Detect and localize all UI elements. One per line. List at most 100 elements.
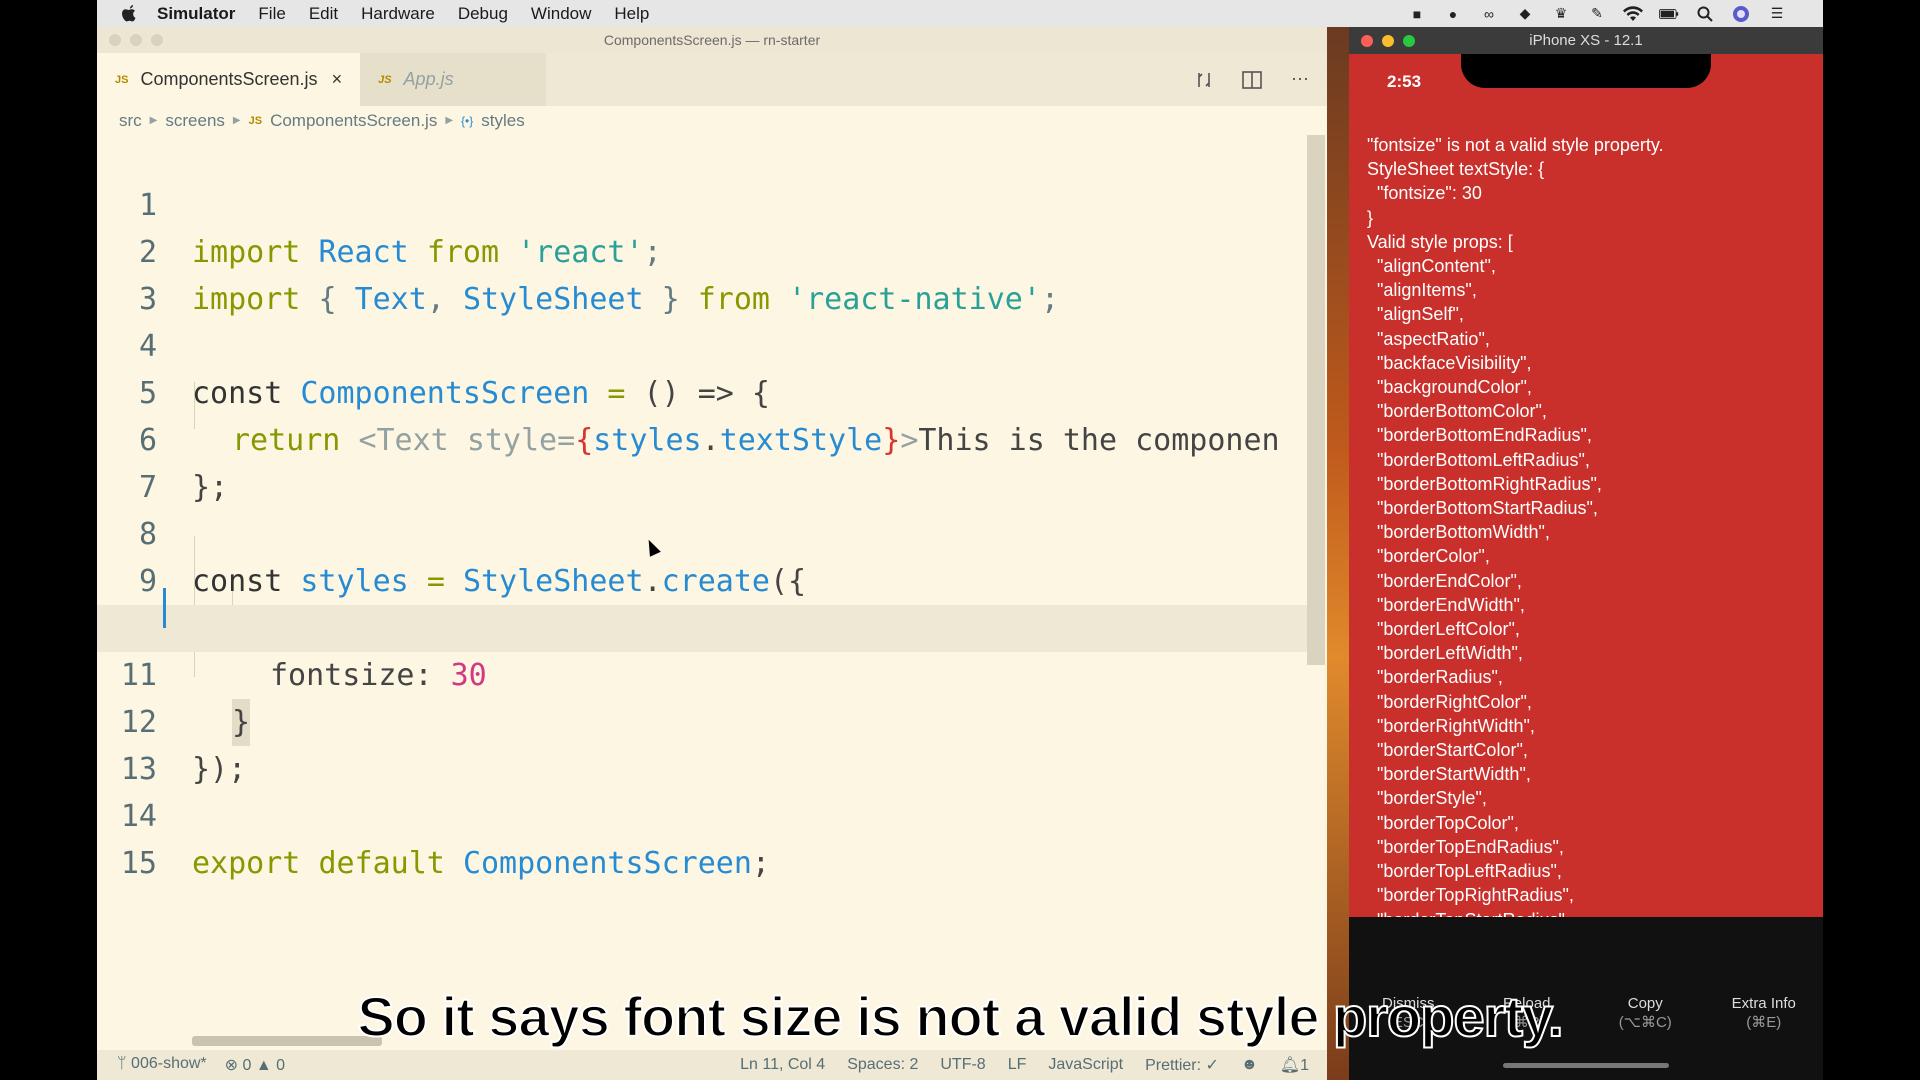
split-editor-icon[interactable] [1241,69,1263,91]
breadcrumb-symbol[interactable]: styles [481,111,524,131]
feedback-smiley-icon[interactable]: ☻ [1241,1056,1258,1074]
code-line-3: 3 [97,229,1307,317]
tab-components-screen[interactable]: JS ComponentsScreen.js × [97,53,361,106]
tab-app-js[interactable]: JS App.js [360,53,547,106]
macos-menubar: Simulator File Edit Hardware Debug Windo… [97,0,1823,27]
error-line: "borderBottomLeftRadius", [1367,449,1590,470]
code-line-1: 1 import React from 'react'; [97,135,1307,270]
battery-icon[interactable] [1659,4,1679,24]
error-line: "borderBottomWidth", [1367,522,1550,543]
menu-edit[interactable]: Edit [309,4,338,24]
error-line: Valid style props: [ [1367,231,1513,252]
indentation[interactable]: Spaces: 2 [847,1056,918,1074]
letterbox-right [1823,0,1920,1080]
chevron-right-icon: ▶ [149,115,158,126]
status-bar: ᛘ 006-show* ⊗ 0 ▲ 0 Ln 11, Col 4 Spaces:… [97,1050,1327,1080]
error-line: "borderRadius", [1367,667,1503,688]
menu-debug[interactable]: Debug [458,4,508,24]
breadcrumb-screens[interactable]: screens [165,111,225,131]
open-changes-icon[interactable] [1193,69,1215,91]
code-line-5: 5 return <Text style={styles.textStyle}>… [97,323,1307,458]
desktop-background [1327,27,1349,1080]
branch-icon: ᛘ [117,1055,132,1072]
code-line-14: 14 export default ComponentsScreen; [97,746,1307,881]
menu-hardware[interactable]: Hardware [361,4,435,24]
encoding[interactable]: UTF-8 [940,1056,985,1074]
notifications[interactable]: 🔔︎1 [1280,1055,1309,1075]
code-line-12: 12 }); [97,652,1307,787]
code-token: default [318,846,445,881]
tab-label: App.js [403,69,454,89]
code-editor[interactable]: 1 import React from 'react'; 2 import { … [97,135,1327,1035]
error-line: "alignItems", [1367,280,1477,301]
symbol-variable-icon: {•} [461,113,474,128]
error-line: "backfaceVisibility", [1367,352,1532,373]
breadcrumb-src[interactable]: src [119,111,142,131]
video-caption: So it says font size is not a valid styl… [356,984,1564,1049]
more-actions-icon[interactable]: ⋯ [1289,69,1311,91]
error-line: "aspectRatio", [1367,328,1490,349]
code-line-4: 4 const ComponentsScreen = () => { [97,276,1307,411]
error-line: "borderTopColor", [1367,812,1519,833]
error-line: "borderEndColor", [1367,570,1522,591]
menubar-status-area: ■ ● ∞ ◆ ♛ ✎ ☰ [1407,0,1787,27]
wifi-icon[interactable] [1623,4,1643,24]
error-line: "borderStyle", [1367,788,1487,809]
error-line: "borderStartColor", [1367,740,1528,761]
error-line: "borderTopStartRadius", [1367,908,1805,918]
glasses-icon[interactable]: ∞ [1479,4,1499,24]
apple-icon[interactable] [119,3,141,25]
error-line: "borderStartWidth", [1367,764,1531,785]
language-mode[interactable]: JavaScript [1048,1056,1123,1074]
creative-cloud-icon[interactable]: ● [1443,4,1463,24]
prettier-status[interactable]: Prettier: ✓ [1145,1055,1219,1075]
iphone-notch [1461,54,1711,88]
evernote-icon[interactable]: ■ [1407,4,1427,24]
window-title: iPhone XS - 12.1 [1529,32,1643,49]
redbox-error-screen[interactable]: "fontsize" is not a valid style property… [1349,109,1823,917]
code-line-10: 10 fontsize: 30 [97,558,1307,693]
breadcrumb-file[interactable]: ComponentsScreen.js [270,111,437,131]
problems-indicator[interactable]: ⊗ 0 ▲ 0 [225,1055,285,1075]
error-line: "borderTopLeftRadius", [1367,861,1562,882]
error-line: "alignSelf", [1367,304,1464,325]
error-line: "borderTopRightRadius", [1367,885,1574,906]
close-tab-icon[interactable]: × [332,69,343,90]
code-line-8: 8 const styles = StyleSheet.create({ [97,464,1307,599]
git-branch[interactable]: ᛘ 006-show* [117,1055,207,1075]
ios-simulator-window: iPhone XS - 12.1 2:53 "fontsize" is not … [1349,27,1823,1080]
menu-help[interactable]: Help [614,4,649,24]
modified-line-gutter-marker [163,588,166,628]
menu-file[interactable]: File [258,4,285,24]
siri-icon[interactable] [1731,4,1751,24]
spotlight-icon[interactable] [1695,4,1715,24]
code-line-13: 13 [97,699,1307,787]
letterbox-left [0,0,97,1080]
crown-icon[interactable]: ♛ [1551,4,1571,24]
vscode-window: ComponentsScreen.js — rn-starter JS Comp… [97,27,1327,1080]
error-line: "borderRightColor", [1367,691,1532,712]
javascript-file-icon: JS [378,73,392,86]
window-titlebar: ComponentsScreen.js — rn-starter [97,27,1327,53]
home-indicator [1503,1063,1669,1068]
pen-icon[interactable]: ✎ [1587,4,1607,24]
window-title: ComponentsScreen.js — rn-starter [603,32,821,48]
vertical-scrollbar[interactable] [1307,135,1325,665]
menu-simulator[interactable]: Simulator [157,4,235,24]
error-line: "borderColor", [1367,546,1490,567]
end-of-line[interactable]: LF [1008,1056,1027,1074]
error-line: "borderLeftColor", [1367,619,1520,640]
mic-icon[interactable]: ◆ [1515,4,1535,24]
code-line-9: 9 textStyle: { [97,511,1307,646]
error-line: "borderEndWidth", [1367,594,1525,615]
iphone-screen: 2:53 "fontsize" is not a valid style pro… [1349,54,1823,1080]
bell-icon: 🔔︎ [1279,1057,1301,1074]
error-line: "fontsize" is not a valid style property… [1367,135,1664,155]
menu-window[interactable]: Window [531,4,591,24]
notification-center-icon[interactable]: ☰ [1767,4,1787,24]
error-line: "borderLeftWidth", [1367,643,1523,664]
error-line: "backgroundColor", [1367,377,1532,398]
chevron-right-icon: ▶ [232,115,241,126]
cursor-position[interactable]: Ln 11, Col 4 [740,1056,825,1074]
error-line: "borderBottomRightRadius", [1367,473,1602,494]
